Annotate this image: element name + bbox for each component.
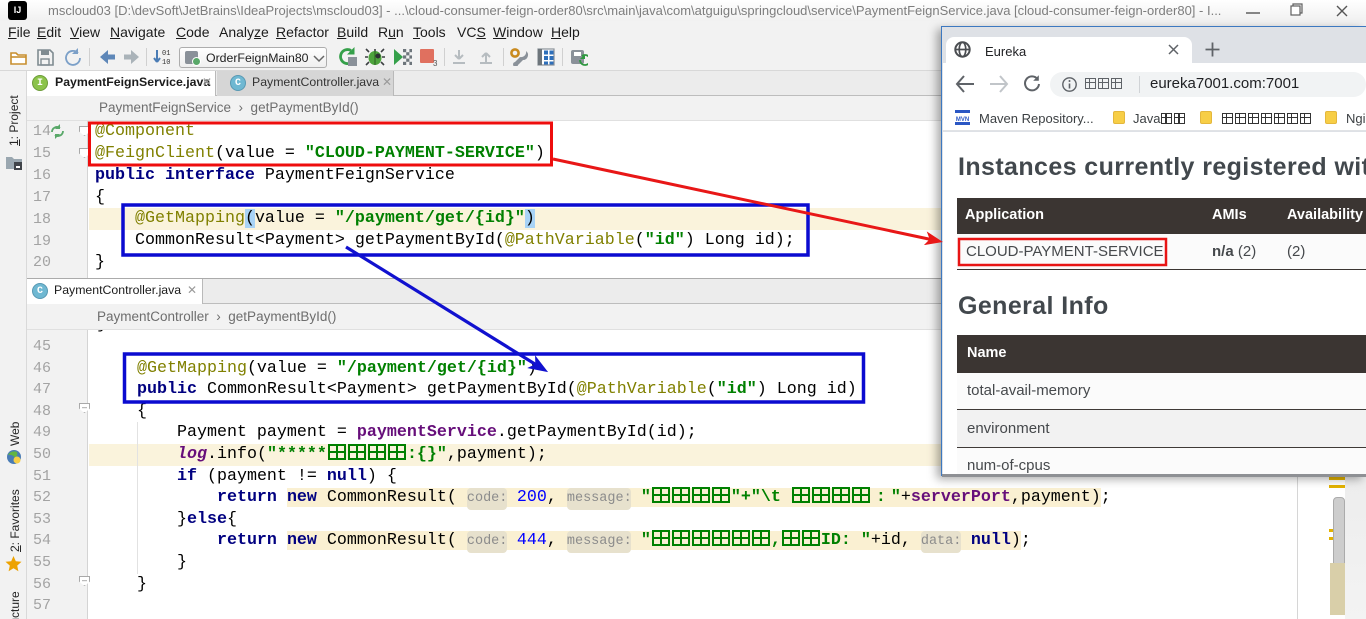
svg-text:3: 3 [433,59,438,67]
svg-text:01: 01 [162,50,170,58]
svg-text:10: 10 [162,59,170,67]
